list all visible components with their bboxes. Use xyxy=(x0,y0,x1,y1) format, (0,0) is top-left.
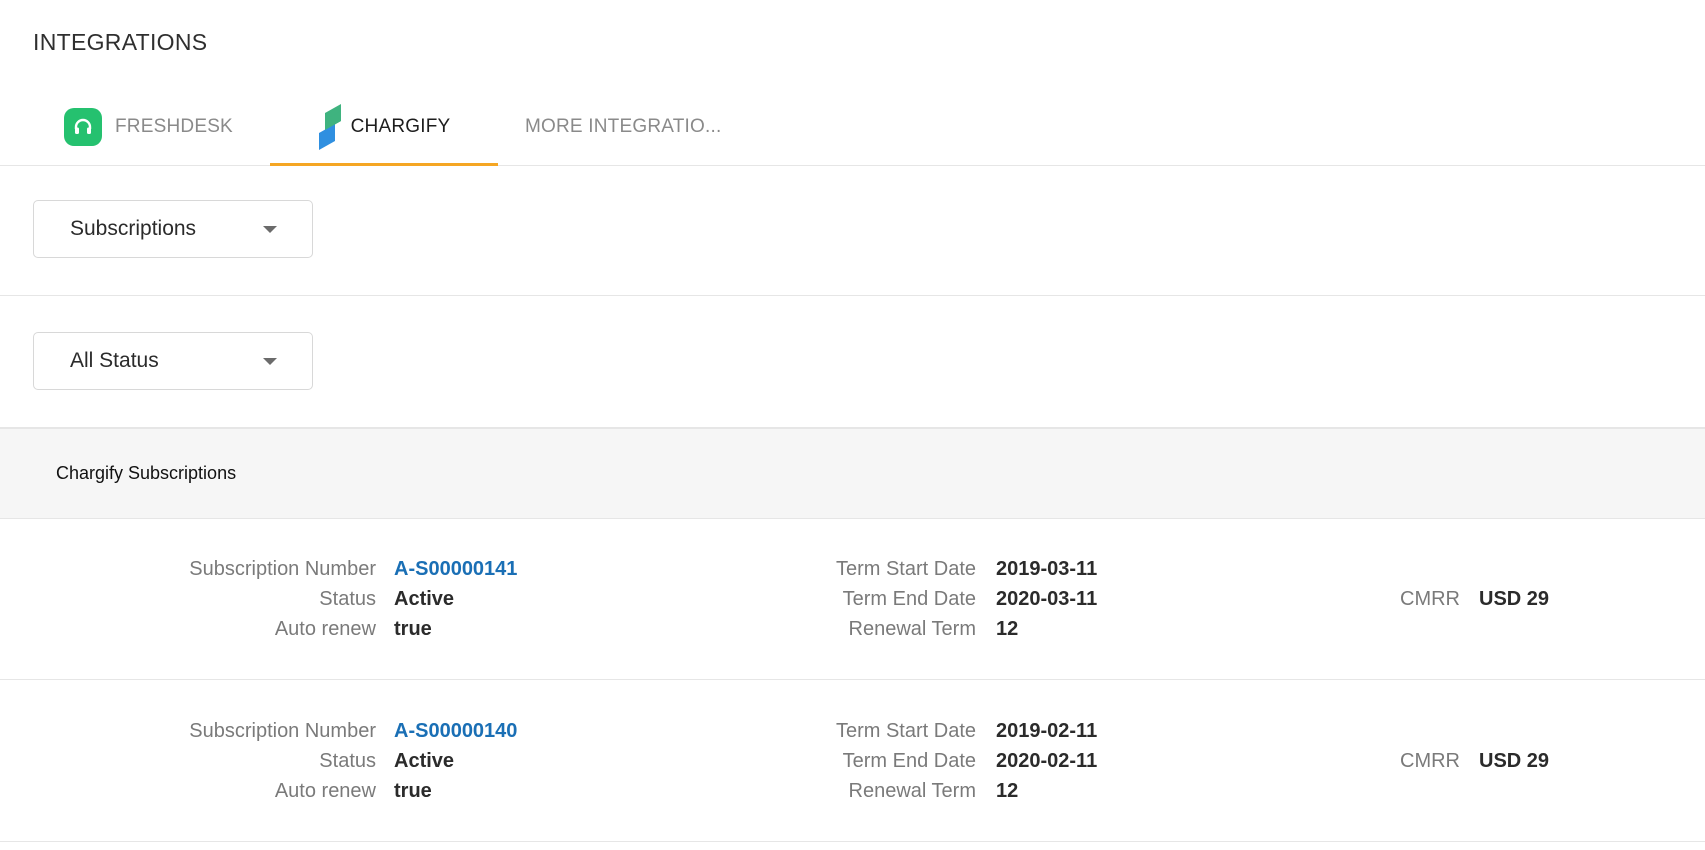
auto-renew-label: Auto renew xyxy=(274,618,376,640)
status-select-value: All Status xyxy=(70,349,159,372)
renewal-term-value: 12 xyxy=(996,780,1019,802)
auto-renew-value: true xyxy=(394,618,432,640)
term-end-label: Term End Date xyxy=(842,588,976,610)
cmrr-label: CMRR xyxy=(1400,588,1460,610)
renewal-term-value: 12 xyxy=(996,618,1019,640)
cmrr-label: CMRR xyxy=(1400,750,1460,772)
term-start-value: 2019-02-11 xyxy=(996,720,1098,742)
renewal-term-label: Renewal Term xyxy=(848,618,976,640)
tab-chargify[interactable]: CHARGIFY xyxy=(270,88,498,166)
term-start-label: Term Start Date xyxy=(835,558,976,580)
tab-more-integrations[interactable]: MORE INTEGRATIO... xyxy=(525,88,721,165)
status-filter-section: All Status xyxy=(0,296,1705,428)
chevron-down-icon xyxy=(263,358,277,365)
term-end-label: Term End Date xyxy=(842,750,976,772)
status-label: Status xyxy=(319,750,376,772)
renewal-term-label: Renewal Term xyxy=(848,780,976,802)
cmrr-value: USD 29 xyxy=(1479,588,1550,610)
tab-freshdesk-label: FRESHDESK xyxy=(115,115,233,137)
tab-freshdesk[interactable]: FRESHDESK xyxy=(64,88,233,165)
subscription-card: Subscription Number A-S00000141 Status A… xyxy=(0,518,1705,680)
freshdesk-logo-icon xyxy=(64,107,102,146)
page-title: INTEGRATIONS xyxy=(33,29,208,55)
term-start-value: 2019-03-11 xyxy=(996,558,1098,580)
subscriptions-list-header: Chargify Subscriptions xyxy=(0,428,1705,519)
chevron-down-icon xyxy=(263,226,277,233)
term-end-value: 2020-03-11 xyxy=(996,588,1098,610)
status-value: Active xyxy=(394,588,455,610)
subscription-number-link[interactable]: A-S00000140 xyxy=(394,716,517,746)
subscription-type-select[interactable]: Subscriptions xyxy=(33,200,313,258)
term-end-value: 2020-02-11 xyxy=(996,750,1098,772)
status-select[interactable]: All Status xyxy=(33,332,313,390)
tab-more-integrations-label: MORE INTEGRATIO... xyxy=(525,115,722,137)
status-label: Status xyxy=(319,588,376,610)
chargify-logo-icon xyxy=(318,103,341,150)
subscription-type-select-value: Subscriptions xyxy=(70,217,197,240)
status-value: Active xyxy=(394,750,455,772)
subscriptions-list-title: Chargify Subscriptions xyxy=(56,463,237,483)
cmrr-value: USD 29 xyxy=(1479,750,1550,772)
term-start-label: Term Start Date xyxy=(835,720,976,742)
auto-renew-label: Auto renew xyxy=(274,780,376,802)
auto-renew-value: true xyxy=(394,780,432,802)
subscription-card: Subscription Number A-S00000140 Status A… xyxy=(0,680,1705,842)
type-filter-section: Subscriptions xyxy=(0,165,1705,296)
tab-chargify-label: CHARGIFY xyxy=(350,115,451,137)
subscription-number-label: Subscription Number xyxy=(189,720,376,742)
subscription-number-label: Subscription Number xyxy=(189,558,376,580)
subscription-number-link[interactable]: A-S00000141 xyxy=(394,554,517,584)
integration-tabs: FRESHDESK CHARGIFY MORE INTEGRATIO... xyxy=(0,88,1705,166)
